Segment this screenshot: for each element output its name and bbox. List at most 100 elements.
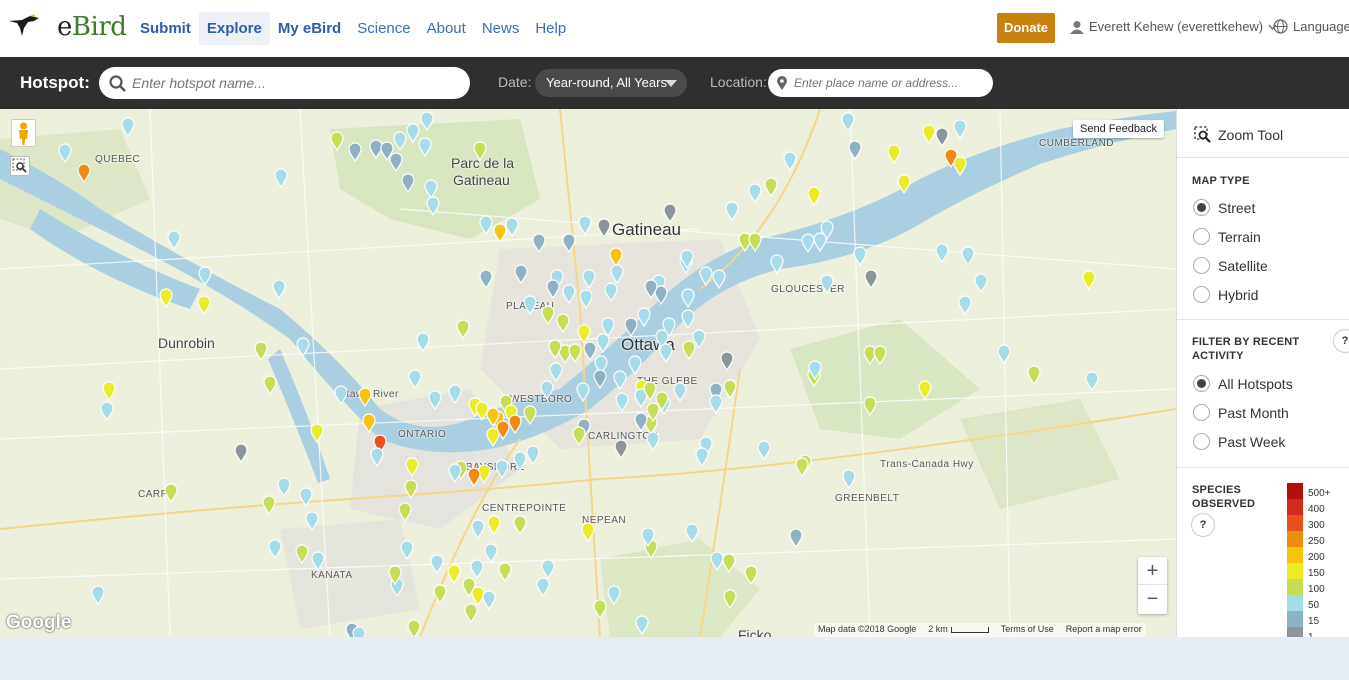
filter-all-hotspots[interactable]: All Hotspots xyxy=(1193,375,1293,392)
hotspot-marker-icon[interactable] xyxy=(681,309,695,329)
hotspot-marker-icon[interactable] xyxy=(447,564,461,584)
date-select[interactable]: Year-round, All Years xyxy=(535,69,687,97)
nav-help[interactable]: Help xyxy=(527,12,574,45)
hotspot-marker-icon[interactable] xyxy=(748,183,762,203)
hotspot-marker-icon[interactable] xyxy=(393,131,407,151)
hotspot-marker-icon[interactable] xyxy=(873,345,887,365)
hotspot-marker-icon[interactable] xyxy=(526,445,540,465)
hotspot-marker-icon[interactable] xyxy=(541,559,555,579)
hotspot-marker-icon[interactable] xyxy=(974,273,988,293)
hotspot-marker-icon[interactable] xyxy=(808,360,822,380)
hotspot-marker-icon[interactable] xyxy=(635,615,649,635)
hotspot-marker-icon[interactable] xyxy=(310,423,324,443)
hotspot-marker-icon[interactable] xyxy=(593,369,607,389)
hotspot-marker-icon[interactable] xyxy=(464,603,478,623)
radio-icon[interactable] xyxy=(1193,433,1210,450)
donate-button[interactable]: Donate xyxy=(997,13,1055,43)
hotspot-marker-icon[interactable] xyxy=(958,295,972,315)
hotspot-marker-icon[interactable] xyxy=(311,551,325,571)
hotspot-marker-icon[interactable] xyxy=(576,382,590,402)
hotspot-marker-icon[interactable] xyxy=(935,243,949,263)
hotspot-marker-icon[interactable] xyxy=(389,152,403,172)
hotspot-marker-icon[interactable] xyxy=(820,220,834,240)
hotspot-marker-icon[interactable] xyxy=(568,343,582,363)
hotspot-marker-icon[interactable] xyxy=(695,447,709,467)
hotspot-marker-icon[interactable] xyxy=(577,324,591,344)
nav-science[interactable]: Science xyxy=(349,12,418,45)
hotspot-marker-icon[interactable] xyxy=(607,585,621,605)
hotspot-marker-icon[interactable] xyxy=(997,344,1011,364)
hotspot-marker-icon[interactable] xyxy=(748,232,762,252)
hotspot-marker-icon[interactable] xyxy=(514,264,528,284)
hotspot-marker-icon[interactable] xyxy=(513,451,527,471)
ebird-logo[interactable]: eBird xyxy=(0,0,130,57)
hotspot-marker-icon[interactable] xyxy=(795,457,809,477)
hotspot-marker-icon[interactable] xyxy=(789,528,803,548)
hotspot-marker-icon[interactable] xyxy=(720,351,734,371)
hotspot-marker-icon[interactable] xyxy=(330,131,344,151)
send-feedback-button[interactable]: Send Feedback xyxy=(1073,120,1165,138)
hotspot-marker-icon[interactable] xyxy=(388,565,402,585)
hotspot-search-input[interactable] xyxy=(132,75,432,91)
hotspot-marker-icon[interactable] xyxy=(549,362,563,382)
hotspot-marker-icon[interactable] xyxy=(548,339,562,359)
hotspot-marker-icon[interactable] xyxy=(841,112,855,132)
hotspot-marker-icon[interactable] xyxy=(757,440,771,460)
hotspot-marker-icon[interactable] xyxy=(581,522,595,542)
filter-past-month[interactable]: Past Month xyxy=(1193,404,1289,421)
hotspot-marker-icon[interactable] xyxy=(1082,270,1096,290)
hotspot-marker-icon[interactable] xyxy=(197,295,211,315)
hotspot-marker-icon[interactable] xyxy=(935,127,949,147)
report-error-link[interactable]: Report a map error xyxy=(1066,624,1142,636)
hotspot-marker-icon[interactable] xyxy=(610,264,624,284)
hotspot-marker-icon[interactable] xyxy=(628,355,642,375)
hotspot-map[interactable]: Gatineau Ottawa NEPEAN KANATA Parc de la Gati… xyxy=(0,109,1176,637)
hotspot-marker-icon[interactable] xyxy=(418,137,432,157)
hotspot-marker-icon[interactable] xyxy=(102,381,116,401)
hotspot-marker-icon[interactable] xyxy=(546,279,560,299)
hotspot-marker-icon[interactable] xyxy=(541,305,555,325)
hotspot-marker-icon[interactable] xyxy=(897,174,911,194)
hotspot-marker-icon[interactable] xyxy=(578,215,592,235)
hotspot-marker-icon[interactable] xyxy=(596,333,610,353)
hotspot-marker-icon[interactable] xyxy=(428,390,442,410)
hotspot-marker-icon[interactable] xyxy=(513,515,527,535)
hotspot-marker-icon[interactable] xyxy=(479,269,493,289)
hotspot-marker-icon[interactable] xyxy=(646,402,660,422)
hotspot-marker-icon[interactable] xyxy=(641,527,655,547)
hotspot-marker-icon[interactable] xyxy=(681,288,695,308)
hotspot-marker-icon[interactable] xyxy=(272,279,286,299)
hotspot-marker-icon[interactable] xyxy=(473,141,487,161)
hotspot-marker-icon[interactable] xyxy=(692,329,706,349)
hotspot-marker-icon[interactable] xyxy=(405,457,419,477)
hotspot-marker-icon[interactable] xyxy=(725,201,739,221)
hotspot-marker-icon[interactable] xyxy=(723,379,737,399)
map-type-street[interactable]: Street xyxy=(1193,199,1255,216)
hotspot-marker-icon[interactable] xyxy=(91,585,105,605)
hotspot-marker-icon[interactable] xyxy=(615,392,629,412)
hotspot-marker-icon[interactable] xyxy=(680,249,694,269)
hotspot-marker-icon[interactable] xyxy=(398,502,412,522)
hotspot-marker-icon[interactable] xyxy=(685,523,699,543)
hotspot-marker-icon[interactable] xyxy=(448,463,462,483)
hotspot-marker-icon[interactable] xyxy=(523,295,537,315)
box-zoom-button[interactable] xyxy=(10,156,30,176)
hotspot-marker-icon[interactable] xyxy=(722,553,736,573)
hotspot-marker-icon[interactable] xyxy=(508,414,522,434)
hotspot-marker-icon[interactable] xyxy=(430,554,444,574)
hotspot-marker-icon[interactable] xyxy=(712,269,726,289)
street-view-pegman[interactable] xyxy=(11,119,36,147)
terms-link[interactable]: Terms of Use xyxy=(1001,624,1054,636)
hotspot-marker-icon[interactable] xyxy=(1027,365,1041,385)
hotspot-marker-icon[interactable] xyxy=(562,233,576,253)
hotspot-marker-icon[interactable] xyxy=(263,375,277,395)
hotspot-marker-icon[interactable] xyxy=(820,274,834,294)
hotspot-marker-icon[interactable] xyxy=(579,289,593,309)
hotspot-marker-icon[interactable] xyxy=(637,307,651,327)
location-search[interactable] xyxy=(768,69,993,97)
hotspot-marker-icon[interactable] xyxy=(262,495,276,515)
hotspot-marker-icon[interactable] xyxy=(296,337,310,357)
hotspot-marker-icon[interactable] xyxy=(961,246,975,266)
hotspot-marker-icon[interactable] xyxy=(448,384,462,404)
hotspot-marker-icon[interactable] xyxy=(498,562,512,582)
